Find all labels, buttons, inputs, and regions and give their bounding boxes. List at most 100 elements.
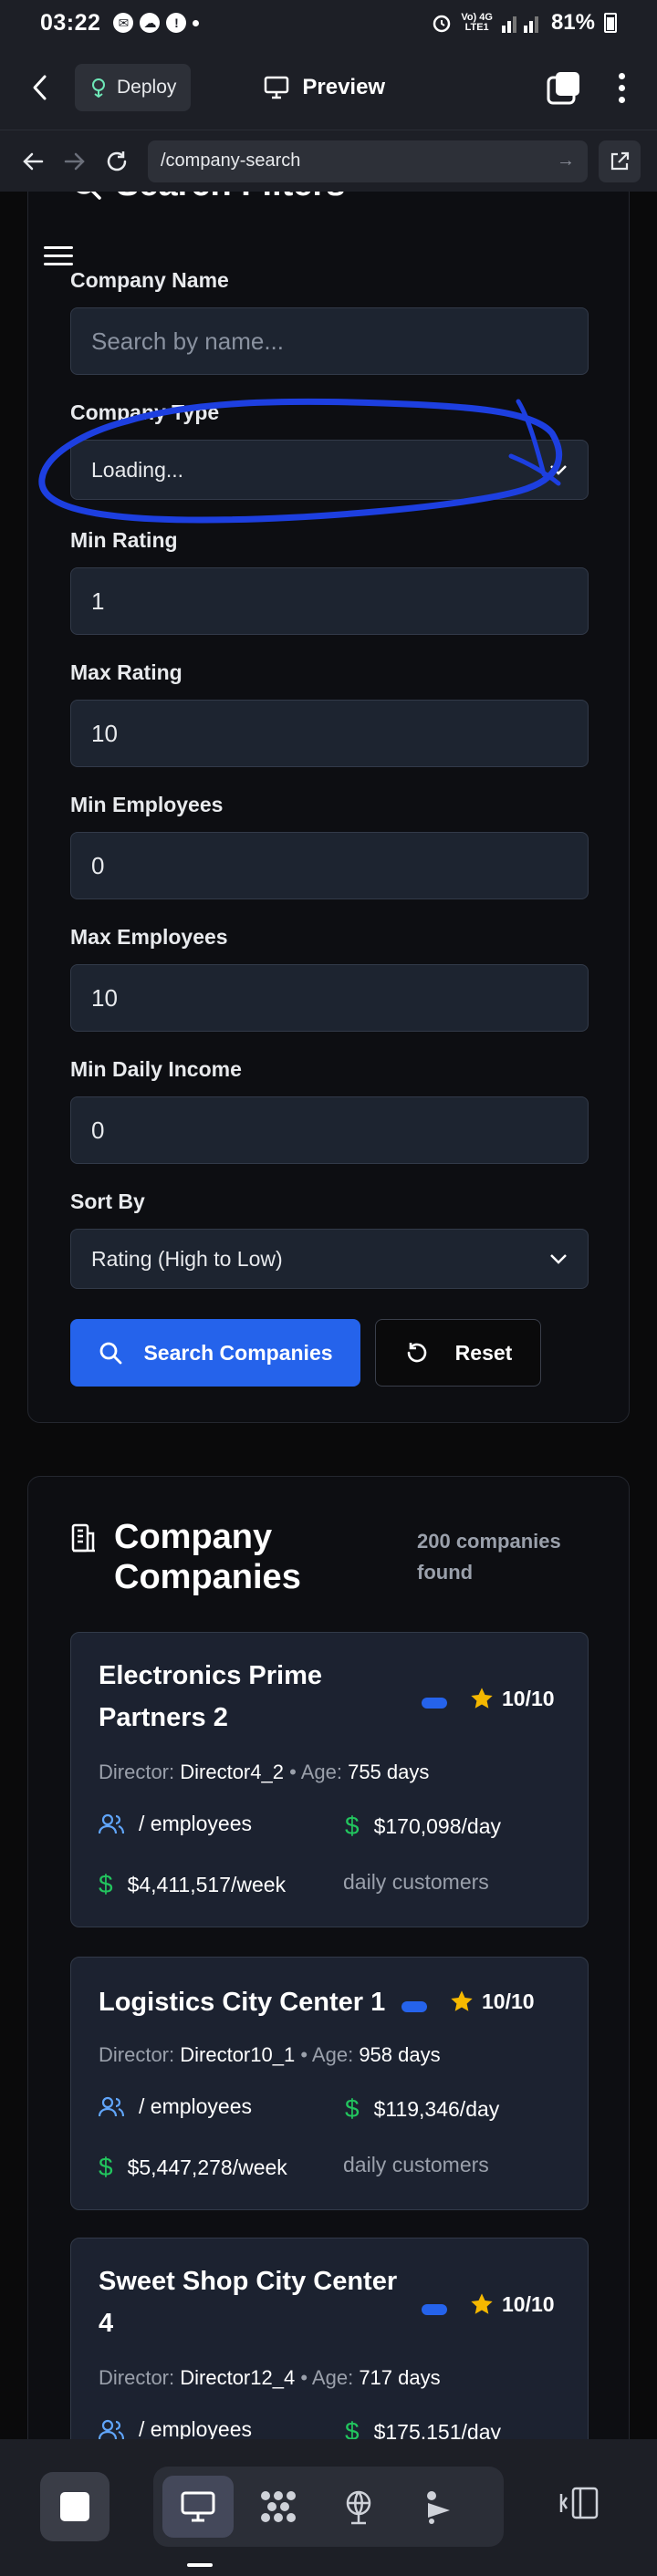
dollar-icon: $ (345, 2094, 360, 2123)
results-count: 200 companies found (417, 1530, 561, 1584)
dollar-icon: $ (99, 2153, 113, 2181)
sort-by-value: Rating (High to Low) (91, 1246, 283, 1271)
company-customers: daily customers (343, 2153, 489, 2176)
open-external-button[interactable] (599, 140, 641, 182)
browser-forward-button[interactable] (58, 145, 91, 178)
status-time: 03:22 (40, 9, 101, 36)
building-icon (71, 1523, 95, 1553)
page-content: Search Filters Company Name Search by na… (0, 192, 657, 2439)
workspace-view-button[interactable] (243, 2476, 314, 2538)
company-name: Sweet Shop City Center 4 (99, 2267, 398, 2338)
deploy-icon (92, 78, 105, 98)
battery-icon (604, 13, 617, 33)
sort-by-label: Sort By (70, 1189, 145, 1213)
max-rating-label: Max Rating (70, 660, 182, 684)
side-panel-button[interactable] (558, 2485, 600, 2526)
dollar-icon: $ (99, 1870, 113, 1898)
tabs-button[interactable] (546, 69, 582, 106)
results-card: Company Companies 200 companies found El… (27, 1476, 630, 2439)
search-companies-button[interactable]: Search Companies (70, 1319, 360, 1387)
company-rating: 10/10 (449, 1989, 535, 2014)
users-icon (99, 1813, 124, 1833)
company-weekly-income: $ $5,447,278/week (99, 2153, 287, 2181)
reload-icon (107, 151, 127, 171)
users-icon (99, 2419, 124, 2439)
company-daily-income: $ $170,098/day (345, 1812, 501, 1840)
arrow-left-icon (23, 152, 44, 170)
company-director-age: Director: Director4_2 • Age: 755 days (99, 1761, 430, 1783)
company-employees: / employees (99, 2094, 252, 2119)
network-view-button[interactable] (323, 2476, 394, 2538)
company-card[interactable]: Electronics Prime Partners 2 10/10 Direc… (70, 1632, 589, 1927)
max-employees-input[interactable]: 10 (70, 964, 589, 1032)
company-customers: daily customers (343, 1870, 489, 1894)
annotation-scribble (38, 398, 562, 524)
company-weekly-income: $ $4,411,517/week (99, 1870, 287, 1898)
max-rating-input[interactable]: 10 (70, 700, 589, 767)
company-name-input[interactable]: Search by name... (70, 307, 589, 375)
signal-icon (501, 16, 538, 33)
cluster-icon (261, 2491, 296, 2522)
company-rating: 10/10 (469, 2291, 555, 2317)
search-icon (100, 1342, 122, 1365)
sort-by-select[interactable]: Rating (High to Low) (70, 1229, 589, 1289)
results-title-line1: Company (114, 1518, 273, 1556)
arrow-right-icon (64, 152, 85, 170)
back-button[interactable] (22, 69, 58, 106)
stop-button[interactable] (40, 2472, 110, 2541)
monitor-icon (181, 2491, 215, 2522)
company-card[interactable]: Sweet Shop City Center 4 10/10 Director:… (70, 2238, 589, 2439)
external-link-icon (610, 151, 630, 170)
reset-button[interactable]: Reset (375, 1319, 541, 1387)
company-employees: / employees (99, 1812, 252, 1836)
reload-button[interactable] (100, 145, 133, 178)
min-rating-input[interactable]: 1 (70, 567, 589, 635)
star-icon (451, 1990, 473, 2011)
max-employees-label: Max Employees (70, 925, 228, 949)
preview-tab[interactable]: Preview (264, 75, 385, 100)
star-icon (471, 2293, 493, 2314)
company-type-badge (422, 1698, 447, 1709)
star-icon (471, 1688, 493, 1709)
company-director-age: Director: Director12_4 • Age: 717 days (99, 2366, 441, 2389)
dollar-icon: $ (345, 1812, 360, 1840)
network-type: Vo) 4G LTE1 (461, 12, 493, 33)
browser-back-button[interactable] (16, 145, 49, 178)
company-daily-income: $ $175,151/day (345, 2417, 501, 2439)
alert-notification-icon: ! (166, 13, 187, 33)
company-name: Electronics Prime Partners 2 (99, 1661, 322, 1732)
users-icon (99, 2096, 124, 2116)
min-daily-income-input[interactable]: 0 (70, 1096, 589, 1164)
home-indicator (187, 2563, 213, 2567)
company-employees: / employees (99, 2417, 252, 2439)
agent-view-button[interactable] (403, 2476, 474, 2538)
alarm-icon (433, 15, 451, 33)
min-daily-income-label: Min Daily Income (70, 1057, 242, 1081)
notification-icons: ✉ ☁ ! (113, 13, 200, 33)
hamburger-menu-button[interactable] (44, 246, 73, 265)
stop-icon (60, 2492, 89, 2521)
company-card[interactable]: Logistics City Center 1 10/10 Director: … (70, 1957, 589, 2210)
go-arrow-icon[interactable]: → (557, 151, 575, 171)
url-input[interactable]: /company-search → (148, 140, 588, 182)
reset-icon (407, 1343, 426, 1363)
company-type-badge (422, 2304, 447, 2315)
company-director-age: Director: Director10_1 • Age: 958 days (99, 2043, 441, 2066)
url-bar: /company-search → (0, 130, 657, 192)
deploy-button[interactable]: Deploy (75, 64, 192, 111)
min-employees-label: Min Employees (70, 793, 224, 816)
company-type-badge (402, 2001, 427, 2012)
more-options-button[interactable] (608, 69, 635, 106)
company-name: Logistics City Center 1 (99, 1988, 386, 2017)
company-rating: 10/10 (469, 1686, 555, 1711)
url-text: /company-search (161, 151, 301, 171)
company-daily-income: $ $119,346/day (345, 2094, 500, 2123)
tabs-icon (547, 72, 579, 105)
status-right: Vo) 4G LTE1 81% (432, 10, 617, 36)
search-icon (77, 192, 101, 200)
preview-view-button[interactable] (162, 2476, 234, 2538)
filters-title: Search Filters (70, 192, 345, 204)
view-switcher (153, 2467, 504, 2547)
min-employees-input[interactable]: 0 (70, 832, 589, 899)
cloud-notification-icon: ☁ (140, 13, 161, 33)
